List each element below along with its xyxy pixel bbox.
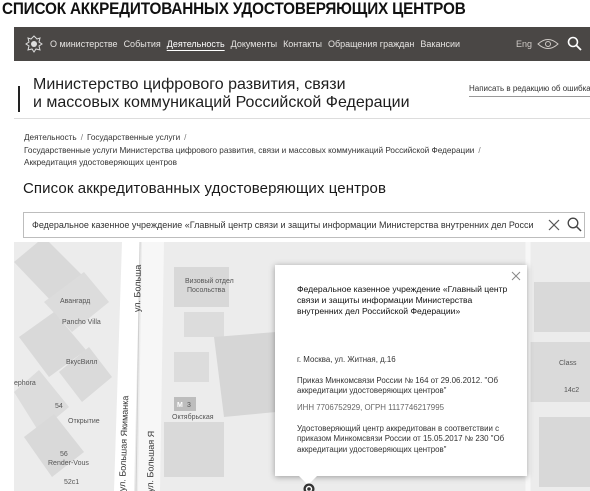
breadcrumb: Деятельность / Государственные услуги / Гос… [24,132,584,170]
nav-item-activity[interactable]: Деятельность [167,39,225,49]
map-label-oktyabrskaya: Октябрьская [172,414,214,421]
organization-accreditation: Удостоверяющий центр аккредитован в соот… [297,424,505,454]
emblem-icon[interactable] [24,34,44,54]
street-label-bolshaya-right: ул. Большая Я [145,430,157,491]
map-label-otkrytie: Открытие [68,418,100,425]
map-label-54: 54 [55,403,63,410]
breadcrumb-item-ministry-services[interactable]: Государственные услуги Министерства цифр… [24,146,474,155]
map-label-14c2: 14с2 [564,387,580,394]
header-divider [14,118,590,119]
page-caption: СПИСОК АККРЕДИТОВАННЫХ УДОСТОВЕРЯЮЩИХ ЦЕ… [2,0,466,18]
organization-popup: Федеральное казенное учреждение «Главный… [275,265,527,485]
breadcrumb-separator: / [478,145,481,155]
map-pin-icon[interactable] [303,483,315,491]
map-label-visa-1: Визовый отдел [185,278,234,285]
breadcrumb-separator: / [184,133,187,142]
nav-item-about[interactable]: О министерстве [50,39,118,49]
close-icon[interactable] [548,219,560,231]
nav-item-vacancies[interactable]: Вакансии [420,39,460,49]
map-label-class: Class [559,360,577,367]
map-label-metro-line: 3 [187,402,191,409]
ministry-line-1: Министерство цифрового развития, связи [33,76,346,93]
map-label-render-vous: Render-Vous [48,460,89,467]
page-title: Список аккредитованных удостоверяющих це… [23,180,387,197]
breadcrumb-item-activity[interactable]: Деятельность [24,133,77,142]
nav-item-events[interactable]: События [124,39,161,49]
search-input[interactable] [32,213,542,237]
map-label-avangard: Авангард [60,298,91,305]
nav-menu: О министерстве События Деятельность Доку… [50,27,466,61]
map-label-visa-2: Посольства [187,287,226,294]
ministry-accent-bar [18,86,20,112]
language-switch[interactable]: Eng [516,39,532,49]
street-label-bolshaya-top: ул. Больша [132,264,143,313]
ministry-name[interactable]: Министерство цифрового развития, связи и… [33,76,463,112]
nav-item-appeals[interactable]: Обращения граждан [328,39,414,49]
browser-frame: О министерстве События Деятельность Доку… [14,27,590,491]
map-label-pancho: Pancho Villa [62,319,101,326]
organization-inn: ИНН 7706752929, ОГРН 1117746217995 [297,403,444,412]
close-icon[interactable] [511,271,521,281]
nav-item-contacts[interactable]: Контакты [283,39,322,49]
map-label-ephora: ephora [14,380,36,387]
organization-order: Приказ Минкомсвязи России № 164 от 29.06… [297,376,499,396]
eye-icon[interactable] [537,38,559,50]
metro-icon: М [177,402,183,409]
ministry-line-2: и массовых коммуникаций Российской Федер… [33,94,410,111]
top-navigation: О министерстве События Деятельность Доку… [14,27,590,61]
map-label-52c1: 52с1 [64,479,80,486]
nav-item-documents[interactable]: Документы [231,39,277,49]
breadcrumb-item-accreditation[interactable]: Аккредитация удостоверяющих центров [24,158,177,167]
map-label-vkusvill: ВкусВилл [66,359,98,366]
search-icon[interactable] [567,217,582,232]
search-icon[interactable] [567,36,582,51]
map-label-56: 56 [60,451,68,458]
feedback-link[interactable]: Написать в редакцию об ошибках [469,84,590,97]
organization-name: Федеральное казенное учреждение «Главный… [297,284,508,316]
breadcrumb-separator: / [80,133,83,142]
breadcrumb-item-services[interactable]: Государственные услуги [87,133,180,142]
organization-address: г. Москва, ул. Житная, д.16 [297,355,396,364]
search-box [23,212,585,238]
